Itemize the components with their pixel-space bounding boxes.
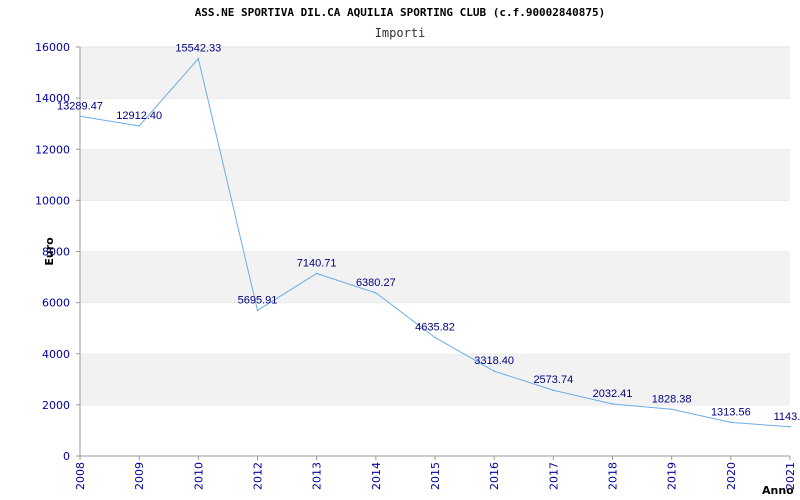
data-point — [730, 421, 732, 424]
data-point — [670, 408, 673, 411]
data-label: 6380.27 — [356, 277, 396, 289]
x-tick-labels: 2008 2009 2010 2012 2013 2014 2015 2016 2017 2018… — [74, 456, 797, 490]
data-label: 1313.56 — [711, 406, 751, 418]
x-tick-label: 2013 — [311, 462, 324, 490]
x-tick-label: 2019 — [666, 462, 679, 490]
grid-band — [80, 149, 790, 201]
y-tick-label: 4000 — [42, 348, 70, 361]
data-point — [611, 403, 614, 405]
y-tick-label: 0 — [63, 450, 70, 463]
x-tick-label: 2009 — [133, 462, 146, 490]
data-label: 7140.71 — [297, 257, 337, 269]
grid-band — [80, 98, 790, 150]
grid-band — [80, 251, 790, 303]
data-point — [493, 370, 495, 372]
grid-band — [80, 200, 790, 252]
data-label: 12912.40 — [116, 110, 162, 122]
line-chart: 0200040006000800010000120001400016000 20… — [35, 41, 800, 497]
data-point — [375, 292, 377, 294]
data-point — [138, 125, 140, 127]
data-label: 5695.91 — [238, 294, 278, 306]
y-axis-label: Euro — [43, 237, 56, 266]
data-label: 2573.74 — [533, 374, 573, 386]
data-point — [197, 57, 200, 60]
y-tick-label: 10000 — [35, 194, 70, 207]
data-point — [789, 425, 791, 428]
x-tick-label: 2012 — [252, 462, 265, 490]
data-point — [79, 115, 81, 118]
data-point — [434, 336, 436, 339]
grid-band — [80, 404, 790, 456]
y-tick-label: 12000 — [35, 143, 70, 156]
data-label: 15542.33 — [175, 43, 221, 55]
x-tick-label: 2010 — [192, 462, 205, 490]
x-axis-label: Anno — [762, 484, 794, 497]
x-tick-label: 2016 — [488, 462, 501, 490]
data-label: 4635.82 — [415, 321, 455, 333]
data-label: 2032.41 — [593, 388, 633, 400]
data-label: 1143.5 — [774, 411, 800, 423]
data-point — [552, 389, 555, 392]
y-tick-label: 6000 — [42, 297, 70, 310]
x-tick-label: 2018 — [607, 462, 620, 490]
data-label: 13289.47 — [57, 100, 103, 112]
data-label: 3318.40 — [474, 355, 514, 367]
x-tick-label: 2008 — [74, 462, 87, 490]
x-tick-label: 2020 — [725, 462, 738, 490]
x-tick-label: 2015 — [429, 462, 442, 490]
data-point — [256, 309, 259, 312]
x-tick-label: 2014 — [370, 462, 383, 490]
x-tick-label: 2017 — [547, 462, 560, 490]
data-label: 1828.38 — [652, 393, 692, 405]
y-tick-label: 16000 — [35, 41, 70, 54]
y-tick-label: 2000 — [42, 399, 70, 412]
data-point — [315, 272, 318, 275]
